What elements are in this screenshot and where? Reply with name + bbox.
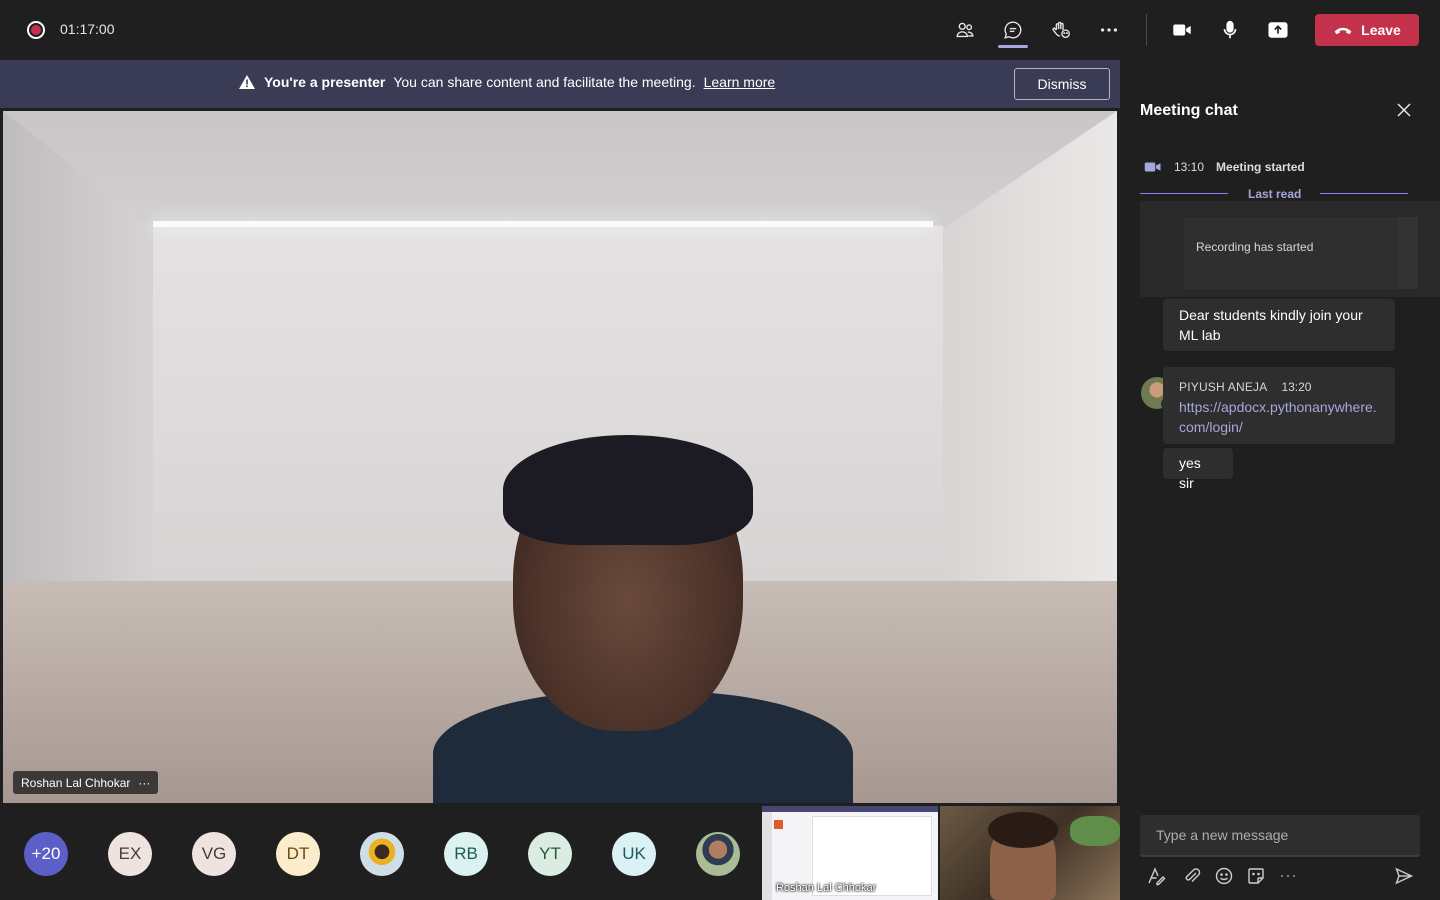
participant-avatar[interactable]: UK	[612, 832, 656, 876]
hang-up-icon	[1334, 27, 1352, 35]
close-icon[interactable]	[1394, 100, 1414, 120]
format-icon[interactable]	[1146, 866, 1166, 886]
speaker-video	[433, 435, 853, 803]
chat-message[interactable]: Dear students kindly join your ML lab	[1163, 299, 1395, 351]
more-options-icon[interactable]	[1278, 866, 1298, 886]
main-video-stage[interactable]: Roshan Lal Chhokar ···	[3, 111, 1117, 803]
last-read-label: Last read	[1248, 187, 1302, 201]
sticker-icon[interactable]	[1246, 866, 1266, 886]
chat-message[interactable]: yes sir	[1163, 448, 1233, 491]
presenter-banner: You're a presenter You can share content…	[0, 60, 1120, 108]
event-text: Meeting started	[1216, 160, 1305, 174]
participant-name-tag[interactable]: Roshan Lal Chhokar ···	[13, 771, 159, 794]
leave-button[interactable]: Leave	[1315, 14, 1419, 46]
participant-avatar[interactable]: DT	[276, 832, 320, 876]
message-time: 13:20	[1281, 380, 1312, 394]
participant-avatar[interactable]: +20	[24, 832, 68, 876]
screen-share-thumbnail[interactable]: Roshan Lal Chhokar	[762, 806, 938, 900]
video-camera-icon	[1144, 162, 1161, 172]
reactions-button[interactable]	[1047, 16, 1075, 44]
participant-video-thumbnail[interactable]	[940, 806, 1120, 900]
participant-gallery: +20 EX VG DT RB YT UK	[0, 806, 760, 900]
attach-icon[interactable]	[1182, 866, 1202, 886]
people-icon	[956, 22, 974, 38]
background-ceiling-light	[153, 221, 933, 227]
participant-avatar[interactable]: YT	[528, 832, 572, 876]
participant-name: Roshan Lal Chhokar	[21, 775, 131, 790]
camera-icon	[1173, 24, 1191, 36]
message-text: Dear students kindly join your ML lab	[1179, 307, 1363, 343]
learn-more-link[interactable]: Learn more	[704, 74, 776, 90]
emoji-icon[interactable]	[1214, 866, 1234, 886]
raise-hand-icon	[1052, 21, 1070, 39]
participant-avatar[interactable]	[360, 832, 404, 876]
event-time: 13:10	[1174, 160, 1205, 174]
participant-avatar[interactable]: VG	[192, 832, 236, 876]
chat-icon	[1004, 21, 1022, 39]
recording-message-row: Recording has started	[1140, 201, 1440, 297]
meeting-chat-panel: Meeting chat 13:10 Meeting started Last …	[1120, 60, 1440, 900]
participant-avatar[interactable]: EX	[108, 832, 152, 876]
participant-avatar[interactable]: RB	[444, 832, 488, 876]
microphone-icon	[1223, 20, 1237, 39]
message-link[interactable]: https://apdocx.pythonanywhere.com/login/	[1179, 397, 1379, 437]
meeting-timer: 01:17:00	[60, 21, 115, 37]
participant-more-icon[interactable]: ···	[138, 776, 150, 790]
compose-message-input[interactable]	[1140, 815, 1420, 857]
camera-button[interactable]	[1168, 16, 1196, 44]
chat-button[interactable]	[999, 16, 1027, 44]
meeting-toolbar: 01:17:00 Leave	[0, 0, 1440, 60]
warning-icon	[239, 75, 255, 89]
banner-message: You can share content and facilitate the…	[393, 74, 696, 90]
more-icon	[1100, 28, 1118, 32]
recording-icon	[27, 21, 45, 39]
send-icon[interactable]	[1394, 866, 1414, 886]
banner-title: You're a presenter	[264, 74, 386, 90]
dismiss-button[interactable]: Dismiss	[1014, 68, 1110, 100]
screen-share-label: Roshan Lal Chhokar	[776, 882, 877, 894]
participants-button[interactable]	[951, 16, 979, 44]
leave-label: Leave	[1361, 22, 1401, 38]
share-screen-button[interactable]	[1264, 16, 1292, 44]
more-actions-button[interactable]	[1095, 16, 1123, 44]
message-author: PIYUSH ANEJA	[1179, 380, 1268, 394]
chat-active-indicator	[998, 45, 1028, 48]
compose-toolbar	[1146, 866, 1416, 886]
chat-message[interactable]: PIYUSH ANEJA 13:20 https://apdocx.python…	[1163, 367, 1395, 444]
share-tray-icon	[1268, 22, 1288, 38]
recording-message: Recording has started	[1184, 217, 1398, 289]
last-read-divider: Last read	[1140, 186, 1408, 202]
meeting-started-event: 13:10 Meeting started	[1144, 160, 1305, 174]
message-text: yes sir	[1179, 455, 1201, 491]
participant-avatar[interactable]	[696, 832, 740, 876]
chat-title: Meeting chat	[1140, 102, 1238, 119]
microphone-button[interactable]	[1216, 16, 1244, 44]
toolbar-divider	[1146, 14, 1147, 46]
